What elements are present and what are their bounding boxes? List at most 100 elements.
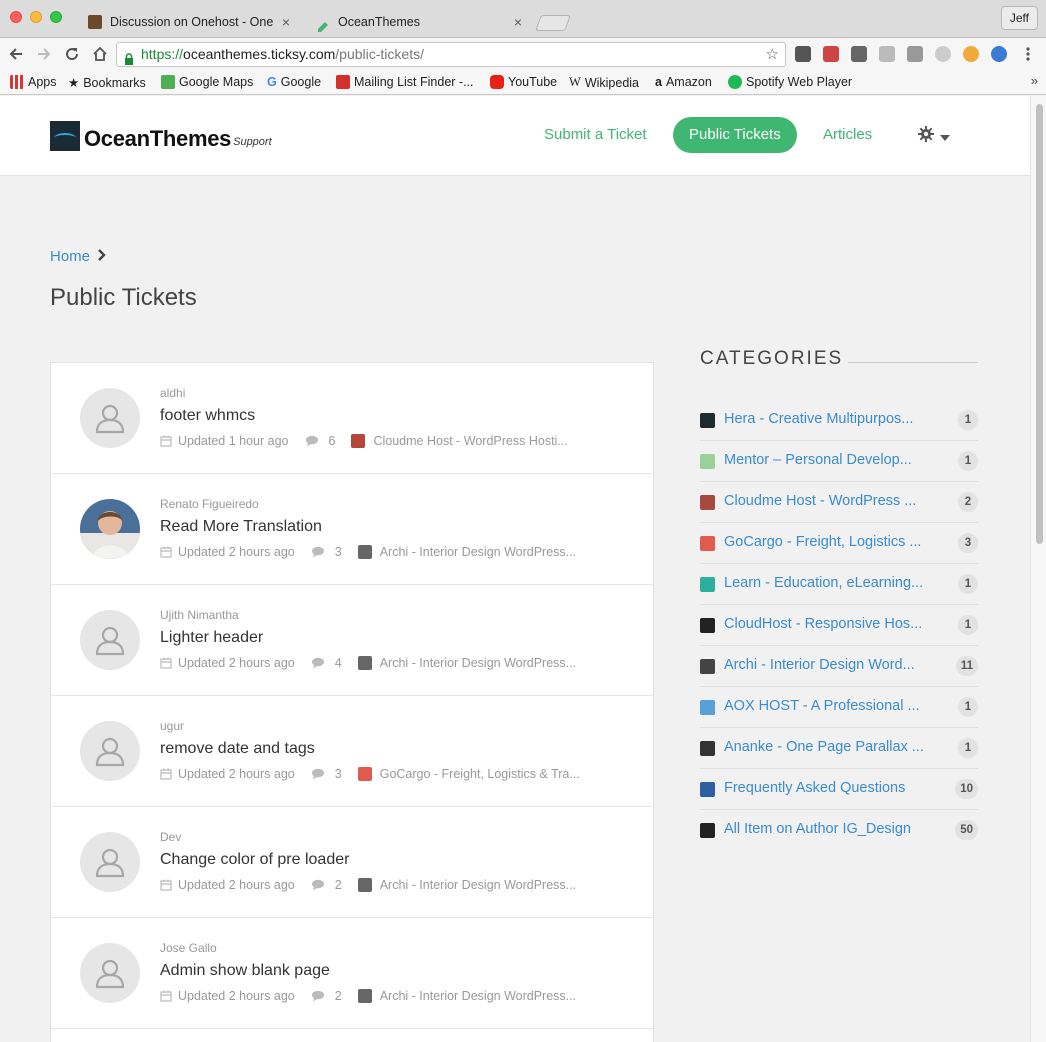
page-content: OceanThemes Support Submit a Ticket Publ… — [0, 96, 1030, 1042]
ticket-meta: Updated 1 hour ago 6 Cloudme Host - WordPr… — [160, 434, 568, 448]
category-link[interactable]: All Item on Author IG_Design — [724, 821, 911, 837]
back-arrow-icon[interactable] — [6, 44, 26, 64]
ticket-row[interactable]: aldhi footer whmcs Updated 1 hour ago 6 Clou… — [51, 363, 653, 474]
ticket-updated: Updated 2 hours ago — [178, 767, 295, 781]
chrome-menu-icon[interactable] — [1018, 44, 1038, 64]
category-item[interactable]: Archi - Interior Design Word... 11 — [700, 646, 978, 687]
bookmark-google-maps[interactable]: Google Maps — [161, 75, 253, 89]
bookmark-apps[interactable]: Apps — [10, 75, 57, 89]
nav-submit-ticket[interactable]: Submit a Ticket — [528, 117, 663, 153]
tab-close-icon[interactable]: × — [514, 7, 522, 37]
calendar-icon — [160, 657, 172, 669]
category-item[interactable]: GoCargo - Freight, Logistics ... 3 — [700, 523, 978, 564]
ticket-author: Dev — [160, 830, 182, 844]
ticket-row[interactable]: ugur remove date and tags Updated 2 hours … — [51, 696, 653, 807]
ticket-title-link[interactable]: Change color of pre loader — [160, 851, 349, 869]
avatar — [80, 388, 140, 448]
scrollbar-thumb[interactable] — [1036, 104, 1043, 544]
bookmark-spotify[interactable]: Spotify Web Player — [728, 75, 852, 89]
ticket-title-link[interactable]: Read More Translation — [160, 518, 322, 536]
extension-g-icon[interactable] — [879, 46, 895, 62]
forward-arrow-icon[interactable] — [34, 44, 54, 64]
settings-dropdown[interactable] — [918, 126, 950, 147]
window-minimize-button[interactable] — [30, 11, 42, 23]
categories-heading: CATEGORIES — [700, 348, 858, 370]
logo-mark-icon — [50, 121, 80, 151]
category-item[interactable]: Learn - Education, eLearning... 1 — [700, 564, 978, 605]
extension-1-icon[interactable] — [795, 46, 811, 62]
category-list: Hera - Creative Multipurpos... 1 Mentor – … — [700, 400, 978, 851]
extension-2-icon[interactable] — [823, 46, 839, 62]
category-link[interactable]: Cloudme Host - WordPress ... — [724, 493, 916, 509]
mailing-list-icon — [336, 75, 350, 89]
bookmark-star-icon[interactable]: ☆ — [766, 43, 779, 66]
new-tab-button[interactable] — [535, 15, 571, 31]
profile-button[interactable]: Jeff — [1000, 6, 1038, 30]
bookmark-amazon[interactable]: a Amazon — [655, 75, 712, 89]
ticket-updated: Updated 1 hour ago — [178, 434, 289, 448]
extension-compass-icon[interactable] — [935, 46, 951, 62]
bookmark-wikipedia[interactable]: W Wikipedia — [569, 75, 639, 90]
category-link[interactable]: Frequently Asked Questions — [724, 780, 905, 796]
category-item[interactable]: Ananke - One Page Parallax ... 1 — [700, 728, 978, 769]
category-item[interactable]: Hera - Creative Multipurpos... 1 — [700, 400, 978, 441]
nav-public-tickets[interactable]: Public Tickets — [673, 117, 797, 153]
category-link[interactable]: Archi - Interior Design Word... — [724, 657, 915, 673]
nav-articles[interactable]: Articles — [807, 117, 888, 153]
window-zoom-button[interactable] — [50, 11, 62, 23]
category-thumbnail-icon — [700, 700, 715, 715]
product-thumbnail-icon — [357, 878, 372, 892]
category-link[interactable]: Mentor – Personal Develop... — [724, 452, 912, 468]
ticket-title-link[interactable]: footer whmcs — [160, 407, 255, 425]
window-close-button[interactable] — [10, 11, 22, 23]
category-item[interactable]: Frequently Asked Questions 10 — [700, 769, 978, 810]
browser-tab-discussion[interactable]: Discussion on Onehost - One P × — [76, 7, 302, 38]
ticket-product: Archi - Interior Design WordPress... — [379, 545, 577, 559]
comment-icon — [311, 657, 325, 669]
wikipedia-icon: W — [569, 75, 581, 89]
category-count-badge: 1 — [958, 451, 978, 471]
category-item[interactable]: Cloudme Host - WordPress ... 2 — [700, 482, 978, 523]
bookmark-google[interactable]: G Google — [267, 75, 321, 89]
ticket-row[interactable]: Ujith Nimantha Lighter header Updated 2 ho… — [51, 585, 653, 696]
ticket-row[interactable]: Jose Gallo Admin show blank page Updated 2… — [51, 918, 653, 1029]
reload-icon[interactable] — [62, 44, 82, 64]
ticket-row[interactable]: Renato Figueiredo Read More Translation Up… — [51, 474, 653, 585]
category-link[interactable]: Ananke - One Page Parallax ... — [724, 739, 924, 755]
page-title: Public Tickets — [50, 284, 197, 311]
site-logo[interactable]: OceanThemes Support — [50, 121, 272, 151]
url-path: /public-tickets/ — [335, 46, 424, 62]
category-item[interactable]: CloudHost - Responsive Hos... 1 — [700, 605, 978, 646]
tab-close-icon[interactable]: × — [282, 7, 290, 37]
bookmarks-overflow-icon[interactable]: » — [1031, 73, 1038, 88]
ticket-title-link[interactable]: Lighter header — [160, 629, 263, 647]
category-link[interactable]: Learn - Education, eLearning... — [724, 575, 923, 591]
ticket-row[interactable]: Dev Change color of pre loader Updated 2 h… — [51, 807, 653, 918]
url-host: oceanthemes.ticksy.com — [183, 46, 336, 62]
tab-title: Discussion on Onehost - One P — [110, 15, 276, 29]
bookmark-mailing-list-finder[interactable]: Mailing List Finder -... — [336, 75, 473, 89]
browser-tab-oceanthemes[interactable]: OceanThemes × — [304, 7, 534, 38]
category-link[interactable]: GoCargo - Freight, Logistics ... — [724, 534, 921, 550]
category-item[interactable]: All Item on Author IG_Design 50 — [700, 810, 978, 851]
youtube-icon — [490, 75, 504, 89]
extension-6-icon[interactable] — [963, 46, 979, 62]
category-thumbnail-icon — [700, 495, 715, 510]
category-item[interactable]: Mentor – Personal Develop... 1 — [700, 441, 978, 482]
address-bar[interactable]: https://oceanthemes.ticksy.com/public-ti… — [116, 42, 786, 67]
category-link[interactable]: CloudHost - Responsive Hos... — [724, 616, 922, 632]
ticket-title-link[interactable]: Admin show blank page — [160, 962, 330, 980]
extension-4-icon[interactable] — [907, 46, 923, 62]
breadcrumb-home-link[interactable]: Home — [50, 248, 90, 265]
bookmark-bookmarks[interactable]: ★ Bookmarks — [68, 75, 146, 91]
extension-at-icon[interactable] — [991, 46, 1007, 62]
category-item[interactable]: AOX HOST - A Professional ... 1 — [700, 687, 978, 728]
category-link[interactable]: AOX HOST - A Professional ... — [724, 698, 920, 714]
page-scrollbar[interactable] — [1030, 96, 1046, 1042]
category-link[interactable]: Hera - Creative Multipurpos... — [724, 411, 913, 427]
home-icon[interactable] — [90, 44, 110, 64]
ticket-title-link[interactable]: remove date and tags — [160, 740, 315, 758]
bookmark-youtube[interactable]: YouTube — [490, 75, 557, 89]
star-icon: ★ — [68, 76, 80, 90]
wrench-icon[interactable] — [851, 46, 867, 62]
